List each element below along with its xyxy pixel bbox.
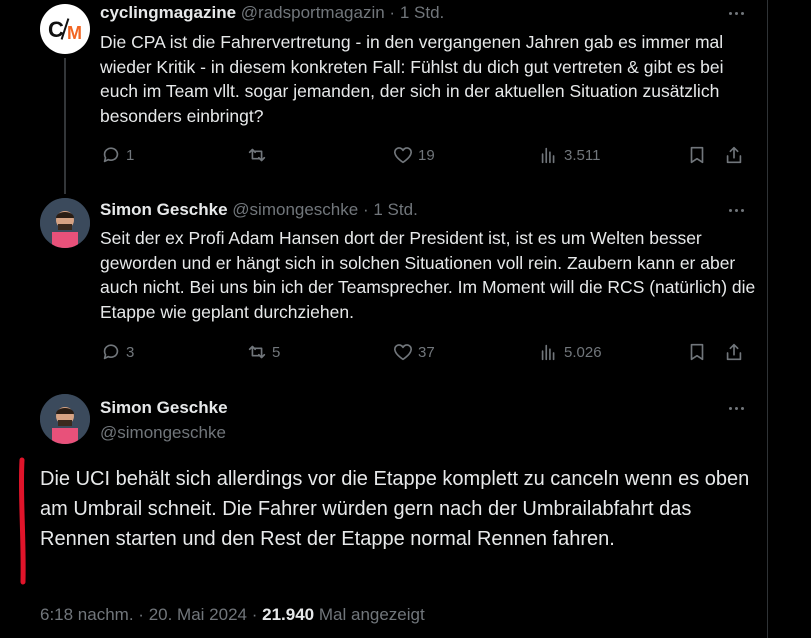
- red-annotation-mark: [18, 457, 26, 585]
- tweet-text: Die UCI behält sich allerdings vor die E…: [40, 468, 750, 550]
- timestamp[interactable]: 1 Std.: [373, 200, 417, 219]
- action-bar: 3 5 37 5.026: [100, 340, 750, 364]
- more-icon[interactable]: [724, 202, 748, 218]
- retweet-icon: [248, 148, 266, 162]
- side-panel: [768, 0, 811, 638]
- tweet-header: cyclingmagazine @radsportmagazin · 1 Std…: [100, 3, 444, 23]
- author-name[interactable]: cyclingmagazine: [100, 3, 236, 22]
- reply-button[interactable]: 1: [100, 143, 134, 167]
- simon-geschke-avatar: [40, 394, 90, 444]
- retweet-button[interactable]: 5: [246, 340, 280, 364]
- bookmark-button[interactable]: [686, 143, 708, 167]
- reply-tweet-2[interactable]: Simon Geschke @simongeschke · 1 Std. Sei…: [0, 190, 767, 386]
- heart-icon: [393, 344, 413, 361]
- tweet-text: Seit der ex Profi Adam Hansen dort der P…: [100, 228, 756, 322]
- retweet-button[interactable]: [246, 143, 272, 167]
- separator: ·: [251, 605, 258, 624]
- simon-geschke-avatar: [40, 198, 90, 248]
- tweet-date[interactable]: 20. Mai 2024: [149, 605, 247, 624]
- tweet-metadata: 6:18 nachm. · 20. Mai 2024 · 21.940 Mal …: [40, 605, 425, 625]
- view-count: 21.940: [262, 605, 315, 624]
- retweet-icon: [248, 345, 266, 359]
- separator: ·: [389, 3, 396, 22]
- bookmark-icon: [690, 343, 704, 361]
- reply-button[interactable]: 3: [100, 340, 134, 364]
- author-name[interactable]: Simon Geschke: [100, 200, 228, 219]
- views-label: Mal angezeigt: [318, 605, 425, 624]
- separator: ·: [362, 200, 369, 219]
- views-count: 5.026: [564, 343, 602, 361]
- like-button[interactable]: 37: [392, 340, 435, 364]
- separator: ·: [138, 605, 144, 624]
- action-bar: 1 19 3.511: [100, 143, 750, 167]
- like-count: 37: [418, 343, 435, 361]
- reply-tweet-1[interactable]: C M cyclingmagazine @radsportmagazin · 1…: [0, 0, 767, 194]
- share-icon: [726, 343, 742, 361]
- reply-icon: [103, 147, 119, 163]
- retweet-count: 5: [272, 343, 281, 361]
- thread-connector: [64, 58, 66, 194]
- more-icon[interactable]: [724, 5, 748, 21]
- avatar[interactable]: [40, 394, 90, 444]
- more-icon[interactable]: [724, 400, 748, 416]
- timestamp[interactable]: 1 Std.: [400, 3, 444, 22]
- tweet-header: Simon Geschke @simongeschke · 1 Std.: [100, 200, 418, 220]
- bookmark-button[interactable]: [686, 340, 708, 364]
- svg-text:M: M: [67, 23, 82, 43]
- author-handle[interactable]: @simongeschke: [232, 200, 358, 219]
- like-button[interactable]: 19: [392, 143, 435, 167]
- share-icon: [726, 146, 742, 164]
- author-name[interactable]: Simon Geschke: [100, 398, 228, 418]
- author-handle[interactable]: @simongeschke: [100, 423, 226, 443]
- bookmark-icon: [690, 146, 704, 164]
- share-button[interactable]: [723, 340, 745, 364]
- views-count: 3.511: [564, 146, 601, 164]
- heart-icon: [393, 147, 413, 164]
- views-icon: [541, 147, 555, 164]
- views-button[interactable]: 5.026: [538, 340, 602, 364]
- views-icon: [541, 344, 555, 361]
- tweet-time[interactable]: 6:18 nachm.: [40, 605, 134, 624]
- tweet-text: Die CPA ist die Fahrervertretung - in de…: [100, 32, 724, 126]
- avatar[interactable]: [40, 198, 90, 248]
- reply-count: 1: [126, 146, 135, 164]
- reply-icon: [103, 344, 119, 360]
- cyclingmagazine-logo: C M: [48, 17, 82, 43]
- avatar[interactable]: C M: [40, 4, 90, 54]
- reply-count: 3: [126, 343, 135, 361]
- author-handle[interactable]: @radsportmagazin: [241, 3, 385, 22]
- views-button[interactable]: 3.511: [538, 143, 600, 167]
- like-count: 19: [418, 146, 435, 164]
- share-button[interactable]: [723, 143, 745, 167]
